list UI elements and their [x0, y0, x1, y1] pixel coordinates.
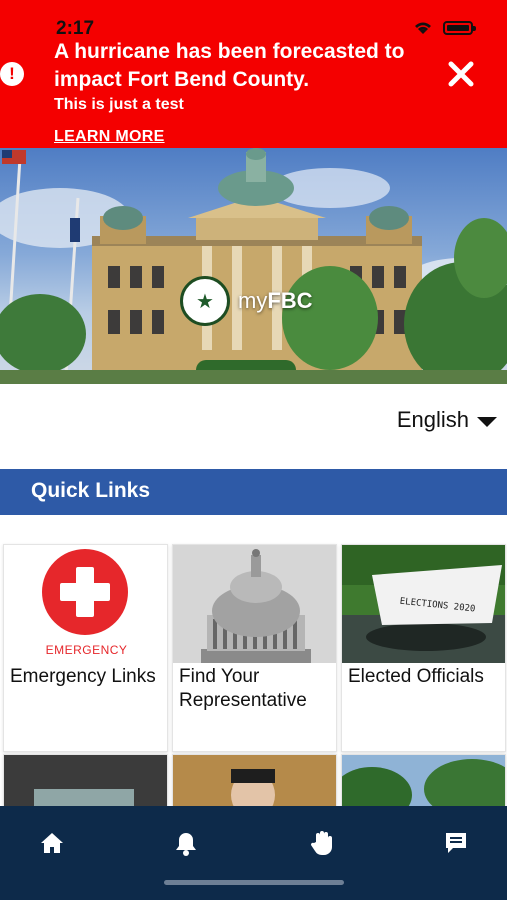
tile-label: Emergency Links: [10, 666, 156, 687]
quick-links-title: Quick Links: [31, 479, 151, 502]
emergency-cross-icon: [42, 549, 128, 635]
tile-row2-1[interactable]: [3, 754, 168, 814]
language-selector[interactable]: English: [397, 407, 497, 433]
brand-wordmark: myFBC: [238, 288, 313, 313]
status-icons: [413, 20, 476, 36]
status-time: 2:17: [56, 18, 95, 39]
battery-icon: [443, 21, 476, 35]
tile-label: Elected Officials: [348, 666, 484, 687]
home-indicator: [164, 880, 344, 885]
emergency-caption: EMERGENCY: [45, 643, 128, 657]
myfbc-logo: ★ myFBC: [180, 276, 313, 326]
quick-links-header: Quick Links: [0, 469, 507, 515]
learn-more-link[interactable]: LEARN MORE: [54, 128, 165, 146]
elections-image: ELECTIONS 2020: [342, 545, 505, 663]
home-icon[interactable]: [37, 828, 67, 858]
bottom-navigation: [0, 806, 507, 900]
courthouse-illustration: [0, 148, 507, 384]
hand-icon[interactable]: [307, 828, 337, 858]
exclamation-circle-icon: !: [0, 62, 24, 86]
emergency-alert-banner: 2:17 ! A hurricane has been forecasted t…: [0, 0, 507, 148]
tile-emergency-links[interactable]: EMERGENCY Emergency Links: [3, 544, 168, 752]
tile-row2-2[interactable]: [172, 754, 337, 814]
tile-find-your-representative[interactable]: Find Your Representative: [172, 544, 337, 752]
bell-icon[interactable]: [171, 828, 201, 858]
county-seal-icon: ★: [180, 276, 230, 326]
chat-icon[interactable]: [441, 828, 471, 858]
close-icon[interactable]: [445, 58, 477, 90]
hero-banner: ★ myFBC: [0, 148, 507, 384]
alert-subtext: This is just a test: [54, 96, 184, 113]
tile-row2-3[interactable]: [341, 754, 506, 814]
tile-label: Find Your Representative: [179, 666, 307, 711]
language-label: English: [396, 407, 469, 432]
wifi-icon: [415, 22, 431, 34]
caret-down-icon: [477, 417, 497, 427]
alert-headline: A hurricane has been forecasted to impac…: [54, 40, 405, 91]
emergency-image: EMERGENCY: [4, 545, 167, 663]
tile-elected-officials[interactable]: ELECTIONS 2020 Elected Officials: [341, 544, 506, 752]
capitol-dome-image: [173, 545, 336, 663]
